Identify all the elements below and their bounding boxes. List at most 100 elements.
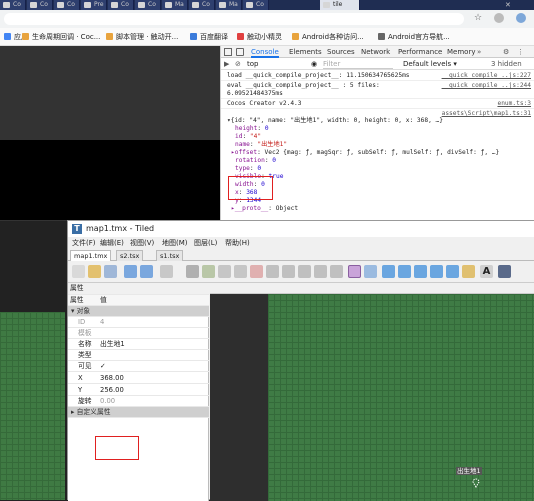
- group-object[interactable]: ▾ 对象: [68, 306, 209, 317]
- tab-sources[interactable]: Sources: [327, 46, 355, 58]
- bookmark-item[interactable]: 百度翻译: [190, 31, 228, 43]
- bookmark-item[interactable]: 脚本管理 · 触动开...: [106, 31, 178, 43]
- prop-row-type[interactable]: 类型: [68, 350, 209, 361]
- polyline-icon[interactable]: [446, 265, 459, 278]
- browser-tab[interactable]: Ma: [162, 0, 188, 10]
- avatar[interactable]: [516, 13, 526, 23]
- bookmark-item[interactable]: 触动小精灵: [237, 31, 282, 43]
- tab-s2-tsx[interactable]: s2.tsx: [116, 250, 144, 261]
- menu-view[interactable]: 视图(V): [130, 237, 154, 249]
- bucket-fill-icon[interactable]: [218, 265, 231, 278]
- browser-tab[interactable]: Co: [27, 0, 53, 10]
- browser-tab[interactable]: Co: [243, 0, 269, 10]
- undo-icon[interactable]: [124, 265, 137, 278]
- prop-row-y[interactable]: Y 256.00: [68, 384, 209, 396]
- tab-performance[interactable]: Performance: [398, 46, 442, 58]
- group-custom-properties[interactable]: ▸ 自定义属性: [68, 407, 209, 418]
- device-toggle-icon[interactable]: [236, 48, 244, 56]
- settings-gear-icon[interactable]: ⚙: [503, 46, 509, 58]
- browser-tab-strip: Co Co Co Pre Co Co Ma Co Ma Co tile ✕: [0, 0, 534, 10]
- bookmark-item[interactable]: Android各种访问...: [292, 31, 364, 43]
- tab-console[interactable]: Console: [251, 46, 279, 58]
- extension-icon[interactable]: [494, 13, 504, 23]
- clear-console-icon[interactable]: ⊘: [235, 60, 241, 68]
- map-view[interactable]: 出生地1: [210, 283, 534, 501]
- text-icon[interactable]: A: [480, 265, 493, 278]
- more-tools-icon[interactable]: [498, 265, 511, 278]
- menu-layer[interactable]: 图层(L): [194, 237, 217, 249]
- menu-file[interactable]: 文件(F): [72, 237, 96, 249]
- tab-s1-tsx[interactable]: s1.tsx: [156, 250, 184, 261]
- browser-tab[interactable]: Co: [108, 0, 134, 10]
- sidebar-toggle-icon[interactable]: ▶: [224, 60, 229, 68]
- browser-tab[interactable]: Co: [0, 0, 26, 10]
- rectangle-icon[interactable]: [382, 265, 395, 278]
- browser-tab[interactable]: Co: [135, 0, 161, 10]
- select-same-icon[interactable]: [298, 265, 311, 278]
- more-menu-icon[interactable]: ⋮: [517, 46, 524, 58]
- eraser-icon[interactable]: [250, 265, 263, 278]
- object-label: 出生地1: [456, 467, 482, 475]
- shape-fill-icon[interactable]: [234, 265, 247, 278]
- browser-tab[interactable]: Pre: [81, 0, 107, 10]
- edit-polygons-icon[interactable]: [314, 265, 327, 278]
- tab-map1-tmx[interactable]: map1.tmx: [70, 250, 112, 261]
- visible-checkbox[interactable]: ✓: [100, 361, 106, 372]
- source-link[interactable]: __quick_compile_..js:227: [442, 72, 531, 80]
- rotate-icon[interactable]: [330, 265, 343, 278]
- eye-icon[interactable]: ◉: [311, 58, 317, 70]
- polygon-icon[interactable]: [430, 265, 443, 278]
- context-select[interactable]: top: [247, 58, 258, 70]
- tab-memory[interactable]: Memory: [447, 46, 475, 58]
- save-icon[interactable]: [104, 265, 117, 278]
- browser-tab[interactable]: Co: [54, 0, 80, 10]
- select-objects-icon[interactable]: [348, 265, 361, 278]
- object-prop[interactable]: ▸offset: Vec2 {mag: ƒ, magSqr: ƒ, subSel…: [231, 149, 499, 157]
- browser-tab-active[interactable]: tile: [320, 0, 360, 10]
- stamp-brush-icon[interactable]: [186, 265, 199, 278]
- menu-map[interactable]: 地图(M): [162, 237, 188, 249]
- tab-elements[interactable]: Elements: [289, 46, 322, 58]
- game-canvas: [0, 140, 220, 220]
- point-icon[interactable]: [398, 265, 411, 278]
- terrain-brush-icon[interactable]: [202, 265, 215, 278]
- ellipse-icon[interactable]: [414, 265, 427, 278]
- redo-icon[interactable]: [140, 265, 153, 278]
- prop-row-visible[interactable]: 可见 ✓: [68, 361, 209, 372]
- rect-select-icon[interactable]: [266, 265, 279, 278]
- more-tabs-icon[interactable]: »: [477, 46, 481, 58]
- magic-wand-icon[interactable]: [282, 265, 295, 278]
- source-link[interactable]: assets\Script\map1.ts:31: [442, 110, 531, 118]
- source-link[interactable]: __quick_compile_..js:244: [442, 82, 531, 90]
- divider: [221, 98, 534, 99]
- tile-object-icon[interactable]: [462, 265, 475, 278]
- horizontal-ruler: [210, 283, 534, 294]
- log-levels-select[interactable]: Default levels ▾: [403, 58, 457, 70]
- object-summary[interactable]: ▾{id: "4", name: "出生地1", width: 0, heigh…: [227, 117, 443, 125]
- prop-row-template: 模板: [68, 328, 209, 339]
- star-icon[interactable]: ☆: [474, 13, 482, 23]
- bookmark-item[interactable]: 生命周期回调 · Coc...: [22, 31, 100, 43]
- object-prop[interactable]: ▸__proto__: Object: [231, 205, 298, 213]
- point-object-marker[interactable]: [472, 477, 480, 488]
- menu-help[interactable]: 帮助(H): [225, 237, 250, 249]
- browser-tab[interactable]: Co: [189, 0, 215, 10]
- bookmark-item[interactable]: Android官方导航...: [378, 31, 450, 43]
- address-input[interactable]: [4, 13, 464, 25]
- inspect-icon[interactable]: [224, 48, 232, 56]
- command-icon[interactable]: [160, 265, 173, 278]
- filter-input[interactable]: Filter: [323, 59, 393, 69]
- browser-tab[interactable]: Ma: [216, 0, 242, 10]
- prop-row-rotation[interactable]: 旋转 0.00: [68, 396, 209, 407]
- prop-row-x[interactable]: X 368.00: [68, 372, 209, 384]
- menu-edit[interactable]: 编辑(E): [100, 237, 124, 249]
- tab-network[interactable]: Network: [361, 46, 390, 58]
- close-icon[interactable]: ✕: [505, 1, 525, 9]
- source-link[interactable]: enum.ts:3: [497, 100, 531, 108]
- edit-objects-icon[interactable]: [364, 265, 377, 278]
- object-prop: rotation: 0: [235, 157, 276, 164]
- open-icon[interactable]: [88, 265, 101, 278]
- map-canvas[interactable]: [268, 294, 534, 501]
- new-icon[interactable]: [72, 265, 85, 278]
- prop-row-name[interactable]: 名称 出生地1: [68, 339, 209, 350]
